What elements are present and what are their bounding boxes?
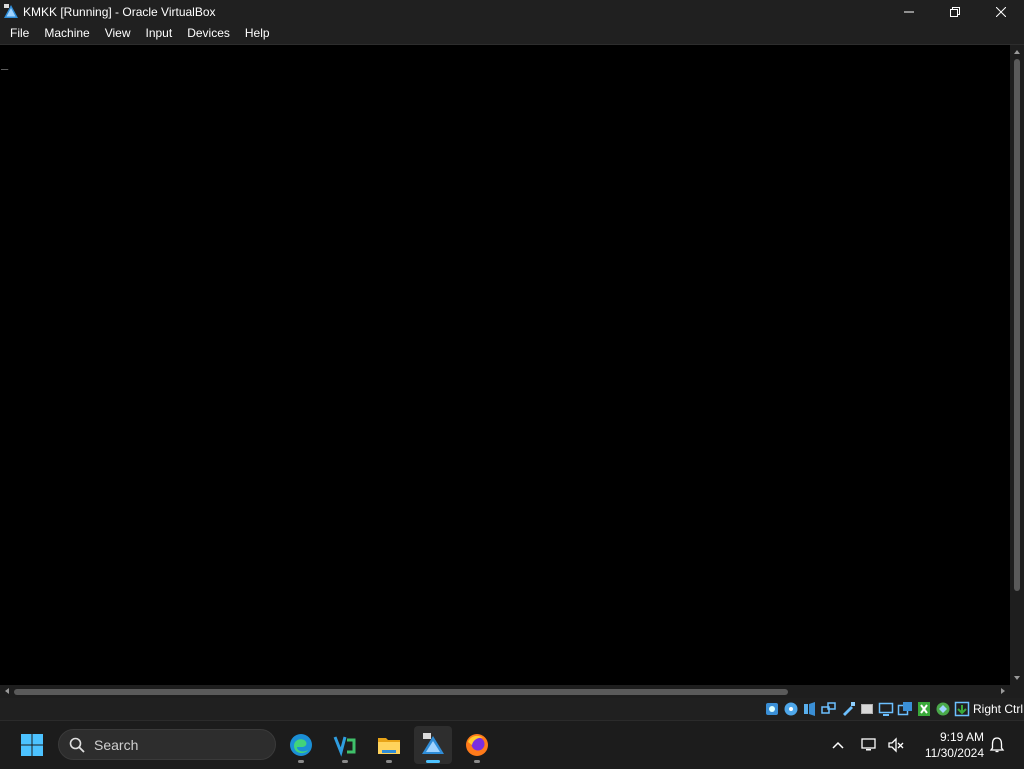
taskbar-firefox[interactable] <box>458 726 496 764</box>
menu-file[interactable]: File <box>0 23 36 44</box>
shared-folders-icon[interactable] <box>859 701 875 717</box>
search-icon <box>69 737 85 753</box>
vm-status-bar: Right Ctrl <box>0 698 1024 720</box>
running-indicator <box>298 760 304 763</box>
visual-studio-icon <box>333 736 356 757</box>
maximize-icon <box>950 6 960 17</box>
scrollbar-corner <box>1010 685 1024 698</box>
network-icon[interactable] <box>821 701 837 717</box>
close-button[interactable] <box>978 0 1024 23</box>
minimize-button[interactable] <box>886 0 932 23</box>
volume-muted-icon[interactable] <box>887 736 905 754</box>
taskbar-edge[interactable] <box>282 726 320 764</box>
window-controls <box>886 0 1024 23</box>
vm-display[interactable]: _ <box>0 45 1010 685</box>
title-bar[interactable]: KMKK [Running] - Oracle VirtualBox <box>0 0 1024 23</box>
audio-icon[interactable] <box>802 701 818 717</box>
file-explorer-icon <box>378 738 400 754</box>
running-indicator <box>342 760 348 763</box>
hard-disk-icon[interactable] <box>764 701 780 717</box>
display-icon[interactable] <box>878 701 894 717</box>
vertical-scroll-thumb[interactable] <box>1014 59 1020 591</box>
minimize-icon <box>904 11 914 12</box>
menu-help[interactable]: Help <box>237 23 277 44</box>
menu-view[interactable]: View <box>97 23 138 44</box>
text-cursor: _ <box>1 56 9 70</box>
cpu-icon[interactable] <box>935 701 951 717</box>
notification-bell-icon[interactable] <box>988 736 1006 754</box>
status-icons <box>764 701 970 717</box>
taskbar-search-box[interactable]: Search <box>58 729 276 760</box>
menu-bar: File Machine View Input Devices Help <box>0 23 1024 45</box>
vertical-scrollbar[interactable] <box>1010 45 1024 685</box>
close-icon <box>996 6 1006 17</box>
chevron-up-icon[interactable] <box>830 737 846 753</box>
taskbar-virtualbox[interactable] <box>414 726 452 764</box>
horizontal-scroll-thumb[interactable] <box>14 689 788 695</box>
clock-date: 11/30/2024 <box>924 746 984 760</box>
mouse-integration-icon[interactable] <box>954 701 970 717</box>
search-placeholder: Search <box>94 737 139 753</box>
scroll-left-arrow-icon[interactable] <box>2 686 12 696</box>
guest-additions-icon[interactable] <box>916 701 932 717</box>
menu-input[interactable]: Input <box>138 23 180 44</box>
running-indicator <box>386 760 392 763</box>
active-indicator <box>426 760 440 763</box>
scroll-down-arrow-icon[interactable] <box>1012 673 1022 683</box>
taskbar: Search 9:19 AM 11/30/2024 <box>0 720 1024 769</box>
clock-time: 9:19 AM <box>939 730 984 744</box>
windows-start-icon[interactable] <box>20 733 44 757</box>
scroll-up-arrow-icon[interactable] <box>1012 47 1022 57</box>
maximize-button[interactable] <box>932 0 978 23</box>
virtualbox-icon <box>4 3 18 18</box>
menu-machine[interactable]: Machine <box>36 23 96 44</box>
firefox-icon <box>466 734 488 756</box>
usb-icon[interactable] <box>840 701 856 717</box>
scroll-right-arrow-icon[interactable] <box>998 686 1008 696</box>
running-indicator <box>474 760 480 763</box>
horizontal-scrollbar[interactable] <box>0 685 1010 698</box>
taskbar-visual-studio[interactable] <box>326 726 364 764</box>
virtualbox-icon <box>422 733 444 754</box>
video-capture-icon[interactable] <box>897 701 913 717</box>
system-clock[interactable]: 9:19 AM 11/30/2024 <box>916 729 984 761</box>
taskbar-file-explorer[interactable] <box>370 726 408 764</box>
edge-icon <box>290 734 312 756</box>
host-key-label[interactable]: Right Ctrl <box>973 702 1023 716</box>
optical-drive-icon[interactable] <box>783 701 799 717</box>
network-status-icon[interactable] <box>860 736 878 754</box>
menu-devices[interactable]: Devices <box>179 23 237 44</box>
window-title: KMKK [Running] - Oracle VirtualBox <box>23 4 216 19</box>
